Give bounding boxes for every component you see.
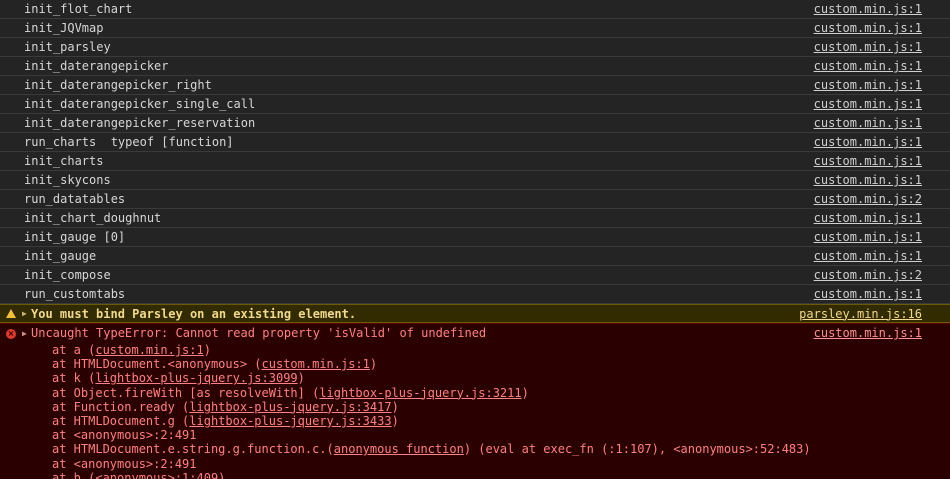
log-source-link[interactable]: custom.min.js:1 xyxy=(814,0,922,18)
error-message: Uncaught TypeError: Cannot read property… xyxy=(31,326,487,340)
warning-row[interactable]: ▶ You must bind Parsley on an existing e… xyxy=(0,304,950,323)
log-source-link[interactable]: custom.min.js:1 xyxy=(814,247,922,265)
log-message: run_charts typeof [function] xyxy=(24,135,234,149)
stack-frame: at HTMLDocument.e.string.g.function.c.(a… xyxy=(52,442,922,456)
log-source-link[interactable]: custom.min.js:1 xyxy=(814,171,922,189)
stack-frame-text: at HTMLDocument.g ( xyxy=(52,413,190,428)
stack-frame-text: at Function.ready ( xyxy=(52,399,190,414)
warning-triangle-icon xyxy=(6,309,16,318)
log-row: init_gauge [0] custom.min.js:1 xyxy=(0,228,950,247)
log-message: init_daterangepicker xyxy=(24,59,169,73)
expand-arrow-icon[interactable]: ▶ xyxy=(22,305,31,323)
stack-frame-text: at Object.fireWith [as resolveWith] ( xyxy=(52,385,320,400)
error-row[interactable]: × ▶ Uncaught TypeError: Cannot read prop… xyxy=(0,324,922,343)
log-message: init_charts xyxy=(24,154,104,168)
stack-frame-suffix: ) (eval at exec_fn (:1:107), <anonymous>… xyxy=(463,442,811,457)
stack-frame: at <anonymous>:2:491 xyxy=(52,457,922,471)
stack-frame-suffix: ) xyxy=(391,413,399,428)
log-source-link[interactable]: custom.min.js:1 xyxy=(814,285,922,303)
log-message: init_parsley xyxy=(24,40,111,54)
stack-frame: at a (custom.min.js:1) xyxy=(52,343,922,357)
stack-frame-text: at k ( xyxy=(52,371,96,386)
log-row: run_charts typeof [function] custom.min.j… xyxy=(0,133,950,152)
log-list: init_flot_chart custom.min.js:1 init_JQVma… xyxy=(0,0,950,304)
stack-frame-link[interactable]: lightbox-plus-jquery.js:3433 xyxy=(189,414,391,428)
log-source-link[interactable]: custom.min.js:1 xyxy=(814,228,922,246)
stack-frame-link[interactable]: anonymous function xyxy=(334,442,464,456)
log-source-link[interactable]: custom.min.js:1 xyxy=(814,76,922,94)
stack-frame-text: at a ( xyxy=(52,343,96,357)
log-row: init_compose custom.min.js:2 xyxy=(0,266,950,285)
log-source-link[interactable]: custom.min.js:1 xyxy=(814,57,922,75)
log-source-link[interactable]: custom.min.js:1 xyxy=(814,152,922,170)
log-source-link[interactable]: custom.min.js:1 xyxy=(814,209,922,227)
log-message: run_customtabs xyxy=(24,287,126,301)
stack-frame: at Object.fireWith [as resolveWith] (lig… xyxy=(52,386,922,400)
log-row: init_charts custom.min.js:1 xyxy=(0,152,950,171)
expand-arrow-icon[interactable]: ▶ xyxy=(22,324,31,343)
log-row: init_skycons custom.min.js:1 xyxy=(0,171,950,190)
log-source-link[interactable]: custom.min.js:1 xyxy=(814,95,922,113)
log-source-link[interactable]: custom.min.js:1 xyxy=(814,38,922,56)
log-source-link[interactable]: custom.min.js:2 xyxy=(814,190,922,208)
stack-frame: at <anonymous>:2:491 xyxy=(52,428,922,442)
stack-frame-suffix: ) xyxy=(521,385,529,400)
warning-source-link[interactable]: parsley.min.js:16 xyxy=(799,305,922,323)
stack-frame-link[interactable]: custom.min.js:1 xyxy=(262,357,370,371)
stack-frame-text: at HTMLDocument.e.string.g.function.c.( xyxy=(52,442,334,457)
log-message: init_flot_chart xyxy=(24,2,133,16)
log-message: init_daterangepicker_reservation xyxy=(24,116,256,130)
console-panel: init_flot_chart custom.min.js:1 init_JQVma… xyxy=(0,0,950,479)
log-message: init_gauge xyxy=(24,249,97,263)
stack-frame: at HTMLDocument.g (lightbox-plus-jquery.… xyxy=(52,414,922,428)
log-row: init_JQVmap custom.min.js:1 xyxy=(0,19,950,38)
stack-frame-text: at <anonymous>:2:491 xyxy=(52,428,197,443)
log-row: init_daterangepicker_reservation custom.m… xyxy=(0,114,950,133)
warning-message: You must bind Parsley on an existing ele… xyxy=(31,306,357,321)
stack-frame-suffix: ) xyxy=(203,343,211,357)
stack-frame: at Function.ready (lightbox-plus-jquery.… xyxy=(52,400,922,414)
log-row: run_customtabs custom.min.js:1 xyxy=(0,285,950,304)
log-message: init_gauge [0] xyxy=(24,230,126,244)
log-message: run_datatables xyxy=(24,192,126,206)
log-row: init_chart_doughnut custom.min.js:1 xyxy=(0,209,950,228)
log-row: init_daterangepicker custom.min.js:1 xyxy=(0,57,950,76)
error-block: × ▶ Uncaught TypeError: Cannot read prop… xyxy=(0,323,950,479)
stack-frame-suffix: ) xyxy=(369,357,378,372)
log-source-link[interactable]: custom.min.js:2 xyxy=(814,266,922,284)
stack-frame-suffix: ) xyxy=(391,399,399,414)
stack-frame-suffix: ) xyxy=(297,371,305,386)
log-source-link[interactable]: custom.min.js:1 xyxy=(814,133,922,151)
log-row: init_parsley custom.min.js:1 xyxy=(0,38,950,57)
stack-frame-link[interactable]: lightbox-plus-jquery.js:3211 xyxy=(319,386,521,400)
log-row: run_datatables custom.min.js:2 xyxy=(0,190,950,209)
log-message: init_chart_doughnut xyxy=(24,211,162,225)
stack-frame-link[interactable]: custom.min.js:1 xyxy=(95,343,203,357)
stack-frame-text: at b (<anonymous>:1:409) xyxy=(52,470,226,479)
log-row: init_flot_chart custom.min.js:1 xyxy=(0,0,950,19)
stack-frame-text: at <anonymous>:2:491 xyxy=(52,456,197,471)
log-message: init_compose xyxy=(24,268,111,282)
error-source-link[interactable]: custom.min.js:1 xyxy=(814,324,922,343)
stack-frame-link[interactable]: lightbox-plus-jquery.js:3417 xyxy=(189,400,391,414)
stack-trace: at a (custom.min.js:1) at HTMLDocument.<a… xyxy=(0,343,922,479)
stack-frame: at HTMLDocument.<anonymous> (custom.min.… xyxy=(52,357,922,371)
log-source-link[interactable]: custom.min.js:1 xyxy=(814,19,922,37)
log-message: init_JQVmap xyxy=(24,21,104,35)
stack-frame-link[interactable]: lightbox-plus-jquery.js:3099 xyxy=(95,371,297,385)
log-source-link[interactable]: custom.min.js:1 xyxy=(814,114,922,132)
log-row: init_gauge custom.min.js:1 xyxy=(0,247,950,266)
log-message: init_daterangepicker_right xyxy=(24,78,212,92)
log-row: init_daterangepicker_single_call custom.m… xyxy=(0,95,950,114)
log-message: init_daterangepicker_single_call xyxy=(24,97,256,111)
error-circle-icon: × xyxy=(6,328,16,339)
stack-frame-text: at HTMLDocument.<anonymous> ( xyxy=(52,357,262,372)
log-message: init_skycons xyxy=(24,173,111,187)
log-row: init_daterangepicker_right custom.min.js:… xyxy=(0,76,950,95)
stack-frame: at k (lightbox-plus-jquery.js:3099) xyxy=(52,371,922,385)
stack-frame: at b (<anonymous>:1:409) xyxy=(52,471,922,479)
